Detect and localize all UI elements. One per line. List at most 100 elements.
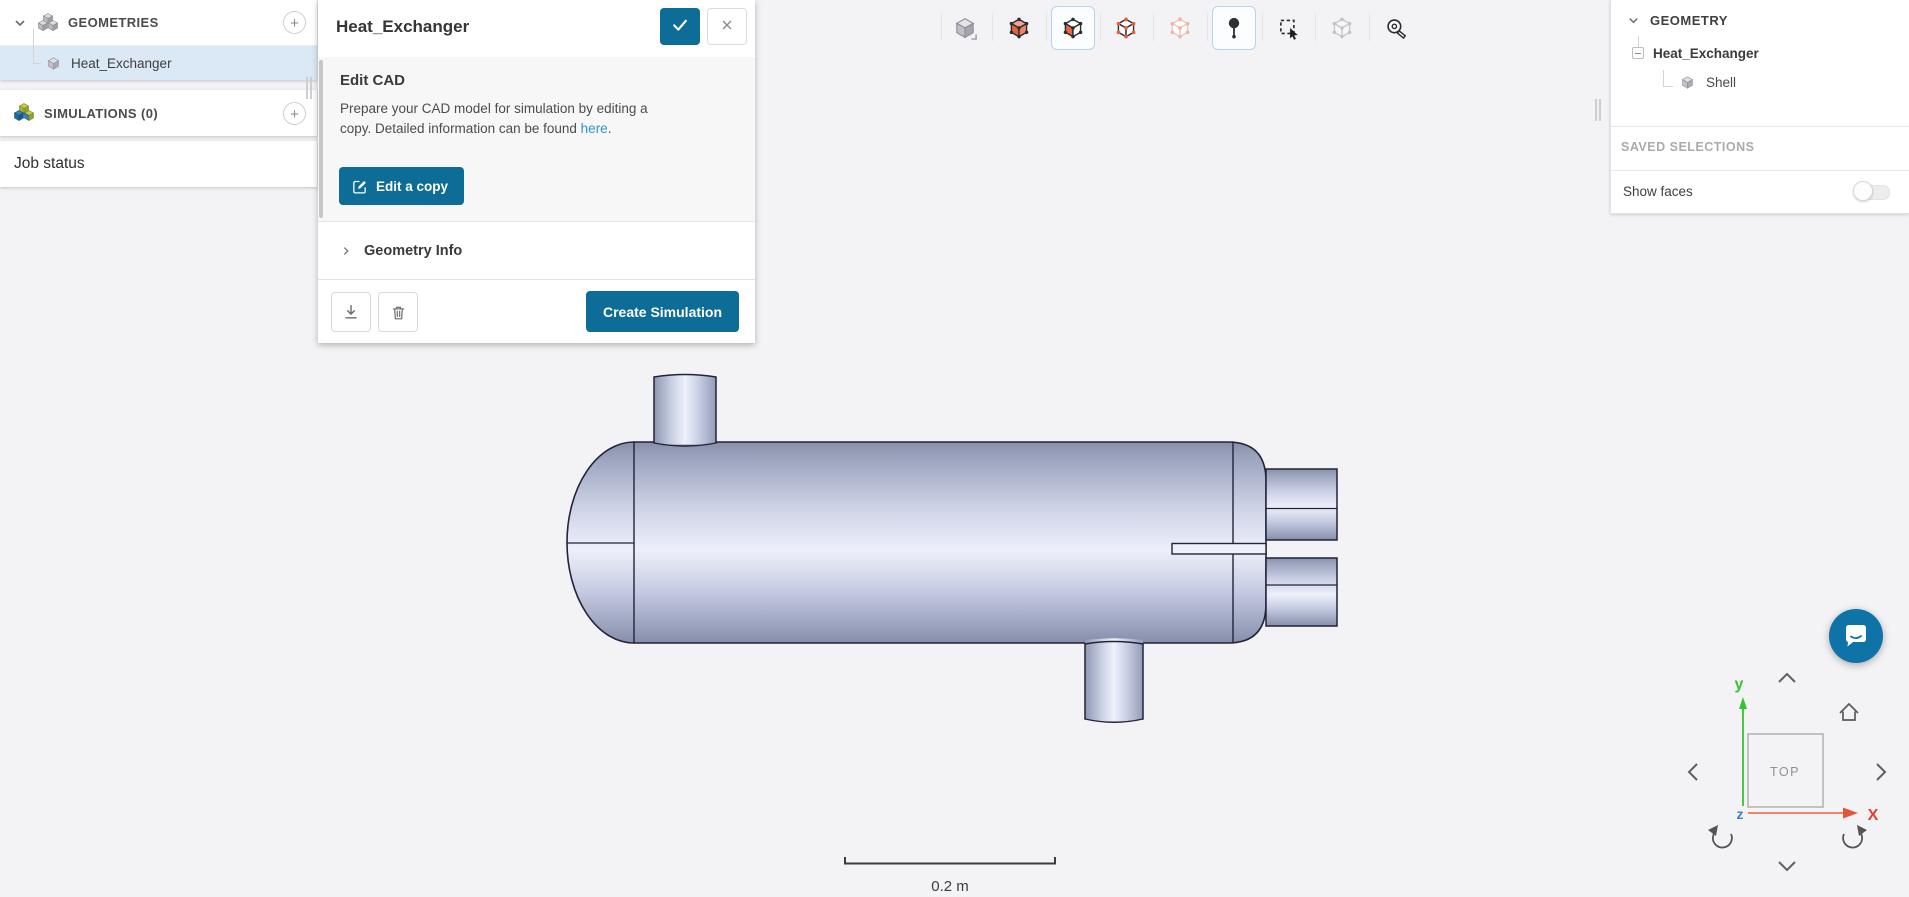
probe-point-button[interactable]	[1212, 6, 1256, 50]
geometry-detail-panel: Heat_Exchanger Edit CAD Prepare your CAD…	[318, 0, 755, 343]
top-nozzle[interactable]	[654, 374, 716, 446]
edit-a-copy-button[interactable]: Edit a copy	[339, 167, 464, 205]
geometries-header-row[interactable]: GEOMETRIES +	[0, 0, 317, 46]
box-select-button[interactable]	[1267, 6, 1311, 50]
geometries-header-label: GEOMETRIES	[68, 15, 159, 30]
transform-button[interactable]	[1320, 6, 1364, 50]
chevron-right-icon	[340, 245, 352, 257]
view-cube-label: TOP	[1770, 765, 1800, 779]
application-window: 0.2 m TOP y X z	[0, 0, 1909, 897]
edit-cad-section: Edit CAD Prepare your CAD model for simu…	[318, 57, 755, 222]
trash-icon	[389, 303, 408, 322]
confirm-button[interactable]	[660, 8, 700, 45]
add-geometry-button[interactable]: +	[283, 11, 306, 34]
close-button[interactable]	[707, 8, 747, 45]
geometry-info-label: Geometry Info	[364, 243, 462, 259]
detail-panel-title: Heat_Exchanger	[336, 17, 469, 37]
tree-child-row[interactable]: Shell	[1611, 66, 1909, 98]
axis-z-label: z	[1737, 806, 1744, 822]
geometry-cube-icon	[45, 55, 62, 72]
shell-cube-icon	[1679, 74, 1696, 91]
geometries-icon	[36, 11, 60, 35]
measure-button[interactable]	[1374, 6, 1418, 50]
vessel-shell[interactable]	[567, 442, 1266, 643]
show-faces-label: Show faces	[1623, 184, 1693, 199]
select-edges-button[interactable]	[1104, 6, 1148, 50]
axis-x-arrowhead	[1843, 808, 1858, 819]
axis-y-arrowhead	[1739, 697, 1747, 709]
saved-selections-header: SAVED SELECTIONS	[1621, 140, 1754, 154]
close-icon	[719, 17, 735, 33]
chevron-down-icon[interactable]	[1627, 14, 1640, 27]
geometry-header-row[interactable]: GEOMETRY	[1611, 0, 1909, 40]
rotate-left-button[interactable]	[1689, 764, 1697, 780]
support-chat-button[interactable]	[1829, 609, 1883, 663]
tree-root-row[interactable]: Heat_Exchanger	[1611, 40, 1909, 66]
right-lower-pipe[interactable]	[1266, 558, 1337, 626]
baffle-slot[interactable]	[1172, 544, 1266, 555]
chat-bubble-icon	[1840, 620, 1872, 652]
simulations-header-label: SIMULATIONS (0)	[44, 106, 158, 121]
heat-exchanger-model[interactable]	[567, 374, 1337, 722]
select-volumes-button[interactable]	[997, 6, 1041, 50]
select-faces-icon	[1060, 15, 1086, 41]
bottom-nozzle[interactable]	[1085, 638, 1143, 722]
axis-x-label: X	[1868, 807, 1879, 824]
box-select-icon	[1276, 15, 1302, 41]
edit-cad-desc-line2: copy. Detailed information can be found	[340, 121, 577, 136]
selection-panel: GEOMETRY Heat_Exchanger Shell	[1610, 0, 1909, 214]
download-button[interactable]	[331, 292, 371, 332]
tree-child-label: Shell	[1706, 75, 1736, 90]
geometry-info-expander[interactable]: Geometry Info	[318, 222, 755, 280]
rotate-cw-button[interactable]	[1843, 825, 1867, 848]
tree-root-label: Heat_Exchanger	[1653, 46, 1759, 61]
rotate-ccw-button[interactable]	[1708, 825, 1732, 848]
add-simulation-button[interactable]: +	[283, 102, 306, 125]
right-upper-pipe[interactable]	[1266, 469, 1337, 540]
select-faces-button[interactable]	[1051, 6, 1095, 50]
measure-icon	[1383, 15, 1409, 41]
view-mode-button[interactable]	[943, 6, 987, 50]
edit-cad-desc-line1: Prepare your CAD model for simulation by…	[340, 101, 648, 116]
geometry-item-label: Heat_Exchanger	[71, 56, 172, 71]
create-simulation-button[interactable]: Create Simulation	[586, 291, 739, 332]
probe-point-icon	[1221, 15, 1247, 41]
show-faces-toggle[interactable]	[1853, 181, 1891, 202]
job-status-label: Job status	[14, 155, 85, 173]
simulations-header-row[interactable]: SIMULATIONS (0) +	[0, 90, 317, 136]
geometries-card: GEOMETRIES + Heat_Exchanger	[0, 0, 317, 80]
right-panel-resize-handle[interactable]	[1595, 99, 1603, 121]
collapse-box-icon[interactable]	[1632, 47, 1644, 59]
edit-pencil-icon	[351, 178, 368, 195]
chevron-down-icon[interactable]	[13, 16, 27, 30]
job-status-card: Job status	[0, 141, 317, 187]
edit-a-copy-label: Edit a copy	[376, 179, 448, 194]
home-view-icon[interactable]	[1840, 704, 1858, 720]
geometry-tree-item[interactable]: Heat_Exchanger	[0, 46, 317, 80]
rotate-right-button[interactable]	[1877, 764, 1885, 780]
select-vertices-button[interactable]	[1158, 6, 1202, 50]
scale-bar: 0.2 m	[845, 857, 1055, 895]
select-volumes-icon	[1006, 15, 1032, 41]
select-vertices-icon	[1167, 15, 1193, 41]
transform-icon	[1329, 15, 1355, 41]
download-icon	[341, 302, 361, 322]
simulations-icon	[12, 101, 36, 125]
job-status-row[interactable]: Job status	[0, 141, 317, 187]
geometry-panel-header: GEOMETRY	[1650, 13, 1728, 28]
view-mode-icon	[951, 14, 979, 42]
documentation-link[interactable]: here	[581, 121, 608, 136]
simulations-card: SIMULATIONS (0) +	[0, 90, 317, 136]
rotate-up-button[interactable]	[1779, 674, 1795, 682]
panel-scrollbar[interactable]	[319, 60, 323, 218]
axis-y-label: y	[1735, 676, 1744, 693]
sidebar-resize-handle[interactable]	[306, 77, 314, 99]
select-edges-icon	[1113, 15, 1139, 41]
view-navigation-widget: TOP y X z	[1689, 674, 1885, 870]
geometry-tree: Heat_Exchanger Shell	[1611, 40, 1909, 98]
edit-cad-heading: Edit CAD	[340, 72, 405, 89]
detail-panel-header: Heat_Exchanger	[318, 0, 755, 57]
delete-button[interactable]	[378, 292, 418, 332]
check-icon	[670, 15, 690, 35]
rotate-down-button[interactable]	[1779, 862, 1795, 870]
